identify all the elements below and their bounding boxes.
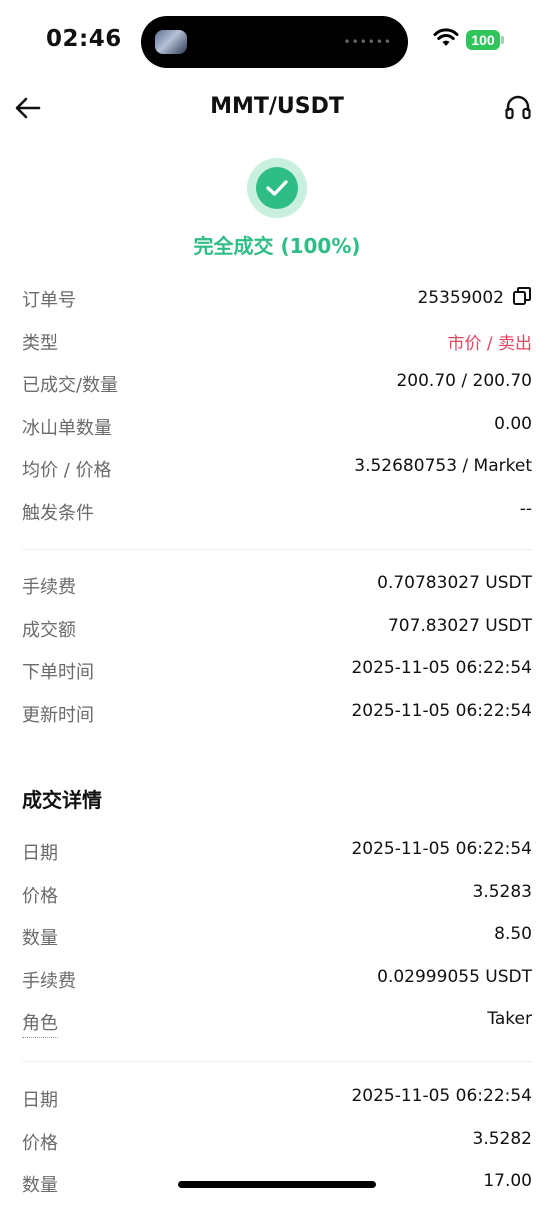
update-time-row: 更新时间 2025-11-05 06:22:54 — [22, 693, 532, 736]
iceberg-quantity-row: 冰山单数量 0.00 — [22, 406, 532, 449]
trade-quantity-row: 数量 8.50 — [22, 916, 532, 959]
trigger-condition-label: 触发条件 — [22, 502, 94, 524]
trade-detail-card: 日期 2025-11-05 06:22:54 价格 3.5283 数量 8.50… — [22, 831, 532, 1044]
turnover-row: 成交额 707.83027 USDT — [22, 608, 532, 651]
trade-fee-label: 手续费 — [22, 970, 76, 992]
headset-icon — [505, 95, 531, 120]
trade-date-value: 2025-11-05 06:22:54 — [351, 839, 532, 859]
status-bar: 02:46 •••••• 100 — [0, 0, 554, 80]
fee-info-list: 手续费 0.70783027 USDT 成交额 707.83027 USDT 下… — [22, 565, 532, 735]
update-time-value: 2025-11-05 06:22:54 — [351, 700, 532, 721]
divider — [22, 549, 532, 550]
trade-date-row: 日期 2025-11-05 06:22:54 — [22, 1078, 532, 1121]
trade-price-value: 3.5283 — [472, 881, 532, 902]
trade-fee-row: 手续费 0.02999055 USDT — [22, 959, 532, 1002]
battery-indicator: 100 — [466, 30, 500, 50]
trade-date-label: 日期 — [22, 1090, 58, 1111]
order-type-label: 类型 — [22, 332, 58, 354]
avg-price-row: 均价 / 价格 3.52680753 / Market — [22, 448, 532, 491]
order-time-label: 下单时间 — [22, 662, 94, 683]
trade-price-row: 价格 3.5283 — [22, 874, 532, 917]
success-circle — [256, 167, 298, 209]
order-time-row: 下单时间 2025-11-05 06:22:54 — [22, 650, 532, 693]
navigation-bar: MMT/USDT — [0, 80, 554, 136]
order-type-value: 市价 / 卖出 — [447, 333, 532, 354]
page-title: MMT/USDT — [210, 94, 344, 119]
trigger-condition-row: 触发条件 -- — [22, 491, 532, 534]
fee-label: 手续费 — [22, 577, 76, 598]
dynamic-island: •••••• — [141, 16, 408, 68]
trade-price-row: 价格 3.5282 — [22, 1121, 532, 1164]
order-number-label: 订单号 — [22, 290, 76, 311]
divider — [22, 1061, 532, 1062]
success-badge — [247, 158, 307, 218]
order-type-row: 类型 市价 / 卖出 — [22, 321, 532, 364]
iceberg-quantity-label: 冰山单数量 — [22, 417, 112, 439]
filled-quantity-row: 已成交/数量 200.70 / 200.70 — [22, 363, 532, 406]
trigger-condition-value: -- — [519, 498, 532, 519]
filled-quantity-value: 200.70 / 200.70 — [396, 371, 532, 391]
trade-role-row: 角色 Taker — [22, 1001, 532, 1044]
trade-quantity-value: 17.00 — [483, 1171, 532, 1191]
copy-icon[interactable] — [512, 286, 532, 306]
order-time-value: 2025-11-05 06:22:54 — [351, 658, 532, 678]
order-info-list: 订单号 25359002 类型 市价 / 卖出 已成交/数量 200.70 / … — [22, 278, 532, 533]
trade-date-value: 2025-11-05 06:22:54 — [351, 1086, 532, 1106]
trade-quantity-label: 数量 — [22, 928, 58, 949]
status-time: 02:46 — [46, 26, 122, 52]
order-number-text: 25359002 — [417, 288, 504, 308]
trade-fee-value: 0.02999055 USDT — [377, 966, 532, 987]
trade-date-label: 日期 — [22, 843, 58, 864]
customer-support-button[interactable] — [500, 90, 536, 126]
order-number-value: 25359002 — [417, 286, 532, 308]
battery-tip — [501, 36, 504, 44]
trade-role-value: Taker — [487, 1009, 532, 1029]
media-thumbnail — [155, 30, 187, 54]
check-icon — [266, 180, 288, 196]
order-status: 完全成交 (100%) — [0, 158, 554, 259]
turnover-label: 成交额 — [22, 619, 76, 641]
trade-details-title: 成交详情 — [22, 788, 102, 812]
home-indicator[interactable] — [178, 1181, 376, 1188]
order-number-row: 订单号 25359002 — [22, 278, 532, 321]
audio-wave-icon: •••••• — [343, 35, 392, 49]
avg-price-value: 3.52680753 / Market — [354, 456, 532, 476]
filled-quantity-label: 已成交/数量 — [22, 375, 119, 396]
trade-price-label: 价格 — [22, 1132, 58, 1154]
wifi-icon — [433, 28, 459, 46]
trade-quantity-value: 8.50 — [494, 924, 532, 944]
avg-price-label: 均价 / 价格 — [22, 460, 112, 481]
order-status-text: 完全成交 (100%) — [193, 234, 361, 258]
trade-role-label[interactable]: 角色 — [22, 1009, 58, 1038]
trade-date-row: 日期 2025-11-05 06:22:54 — [22, 831, 532, 874]
trade-quantity-label: 数量 — [22, 1175, 58, 1196]
trade-price-label: 价格 — [22, 885, 58, 907]
trade-price-value: 3.5282 — [472, 1128, 532, 1149]
fee-row: 手续费 0.70783027 USDT — [22, 565, 532, 608]
iceberg-quantity-value: 0.00 — [494, 413, 532, 434]
turnover-value: 707.83027 USDT — [387, 615, 532, 636]
fee-value: 0.70783027 USDT — [377, 573, 532, 593]
update-time-label: 更新时间 — [22, 704, 94, 726]
